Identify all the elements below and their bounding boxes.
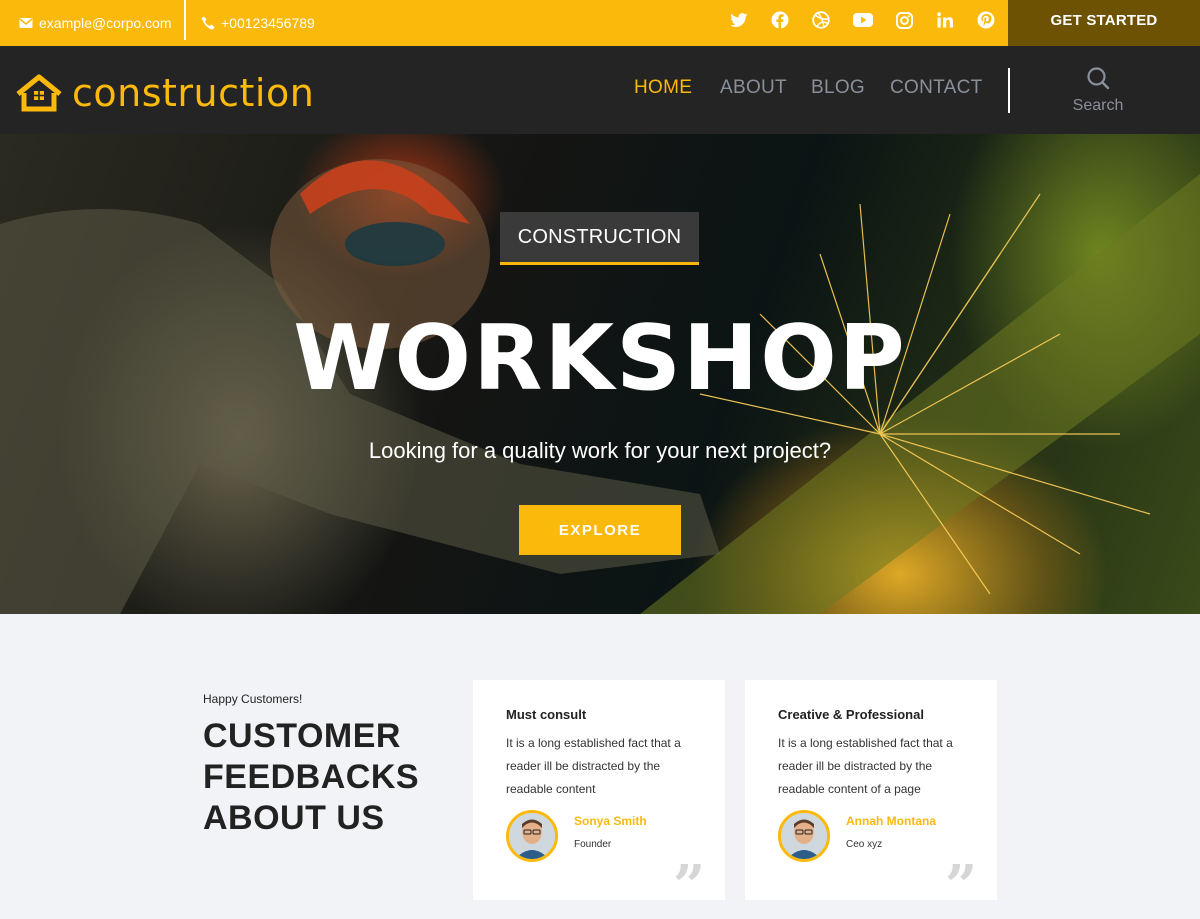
nav-about[interactable]: ABOUT xyxy=(720,77,787,99)
twitter-icon[interactable] xyxy=(729,10,749,30)
dribbble-icon[interactable] xyxy=(811,10,831,30)
house-logo-icon xyxy=(16,74,62,112)
topbar-divider xyxy=(184,0,186,40)
main-nav: construction HOME ABOUT BLOG CONTACT Sea… xyxy=(0,46,1200,134)
instagram-icon[interactable] xyxy=(894,10,914,30)
hero-banner: CONSTRUCTION WORKSHOP Looking for a qual… xyxy=(0,134,1200,614)
search-icon xyxy=(1087,67,1110,90)
quote-icon: ” xyxy=(945,853,978,919)
logo-text: construction xyxy=(72,71,315,115)
nav-contact[interactable]: CONTACT xyxy=(890,77,983,99)
top-bar: example@corpo.com +00123456789 GET START… xyxy=(0,0,1200,46)
testimonial-card: Must consult It is a long established fa… xyxy=(473,680,725,914)
testimonial-heading: Creative & Professional xyxy=(778,707,924,722)
testimonial-name: Annah Montana xyxy=(846,814,936,828)
testimonial-role: Founder xyxy=(574,839,612,850)
testimonial-heading: Must consult xyxy=(506,707,587,722)
site-logo[interactable]: construction xyxy=(16,74,314,112)
nav-home[interactable]: HOME xyxy=(634,77,692,99)
linkedin-icon[interactable] xyxy=(935,10,955,30)
testimonial-text: It is a long established fact that a rea… xyxy=(778,736,953,796)
explore-button[interactable]: EXPLORE xyxy=(519,505,681,555)
avatar xyxy=(506,810,558,862)
nav-divider xyxy=(1008,68,1010,113)
phone-text: +00123456789 xyxy=(221,15,315,31)
pinterest-icon[interactable] xyxy=(976,10,996,30)
testimonial-name: Sonya Smith xyxy=(574,814,647,828)
nav-blog[interactable]: BLOG xyxy=(811,77,865,99)
envelope-icon xyxy=(19,18,33,28)
hero-title: WORKSHOP xyxy=(293,306,907,411)
phone-icon xyxy=(201,16,215,30)
search-label: Search xyxy=(1072,97,1124,114)
email-contact[interactable]: example@corpo.com xyxy=(19,0,172,46)
phone-contact[interactable]: +00123456789 xyxy=(201,0,315,46)
feedback-kicker: Happy Customers! xyxy=(203,692,303,706)
search-button[interactable]: Search xyxy=(1060,66,1136,115)
testimonial-card: Creative & Professional It is a long est… xyxy=(745,680,997,914)
facebook-icon[interactable] xyxy=(770,10,790,30)
quote-icon: ” xyxy=(673,853,706,919)
email-text: example@corpo.com xyxy=(39,15,172,31)
testimonial-role: Ceo xyz xyxy=(846,839,883,850)
feedback-title: CUSTOMER FEEDBACKS ABOUT US xyxy=(203,717,420,837)
hero-subtitle: Looking for a quality work for your next… xyxy=(368,438,832,463)
hero-tag: CONSTRUCTION xyxy=(500,212,699,265)
youtube-icon[interactable] xyxy=(853,10,873,30)
testimonial-text: It is a long established fact that a rea… xyxy=(506,736,681,796)
avatar xyxy=(778,810,830,862)
get-started-button[interactable]: GET STARTED xyxy=(1008,0,1200,46)
